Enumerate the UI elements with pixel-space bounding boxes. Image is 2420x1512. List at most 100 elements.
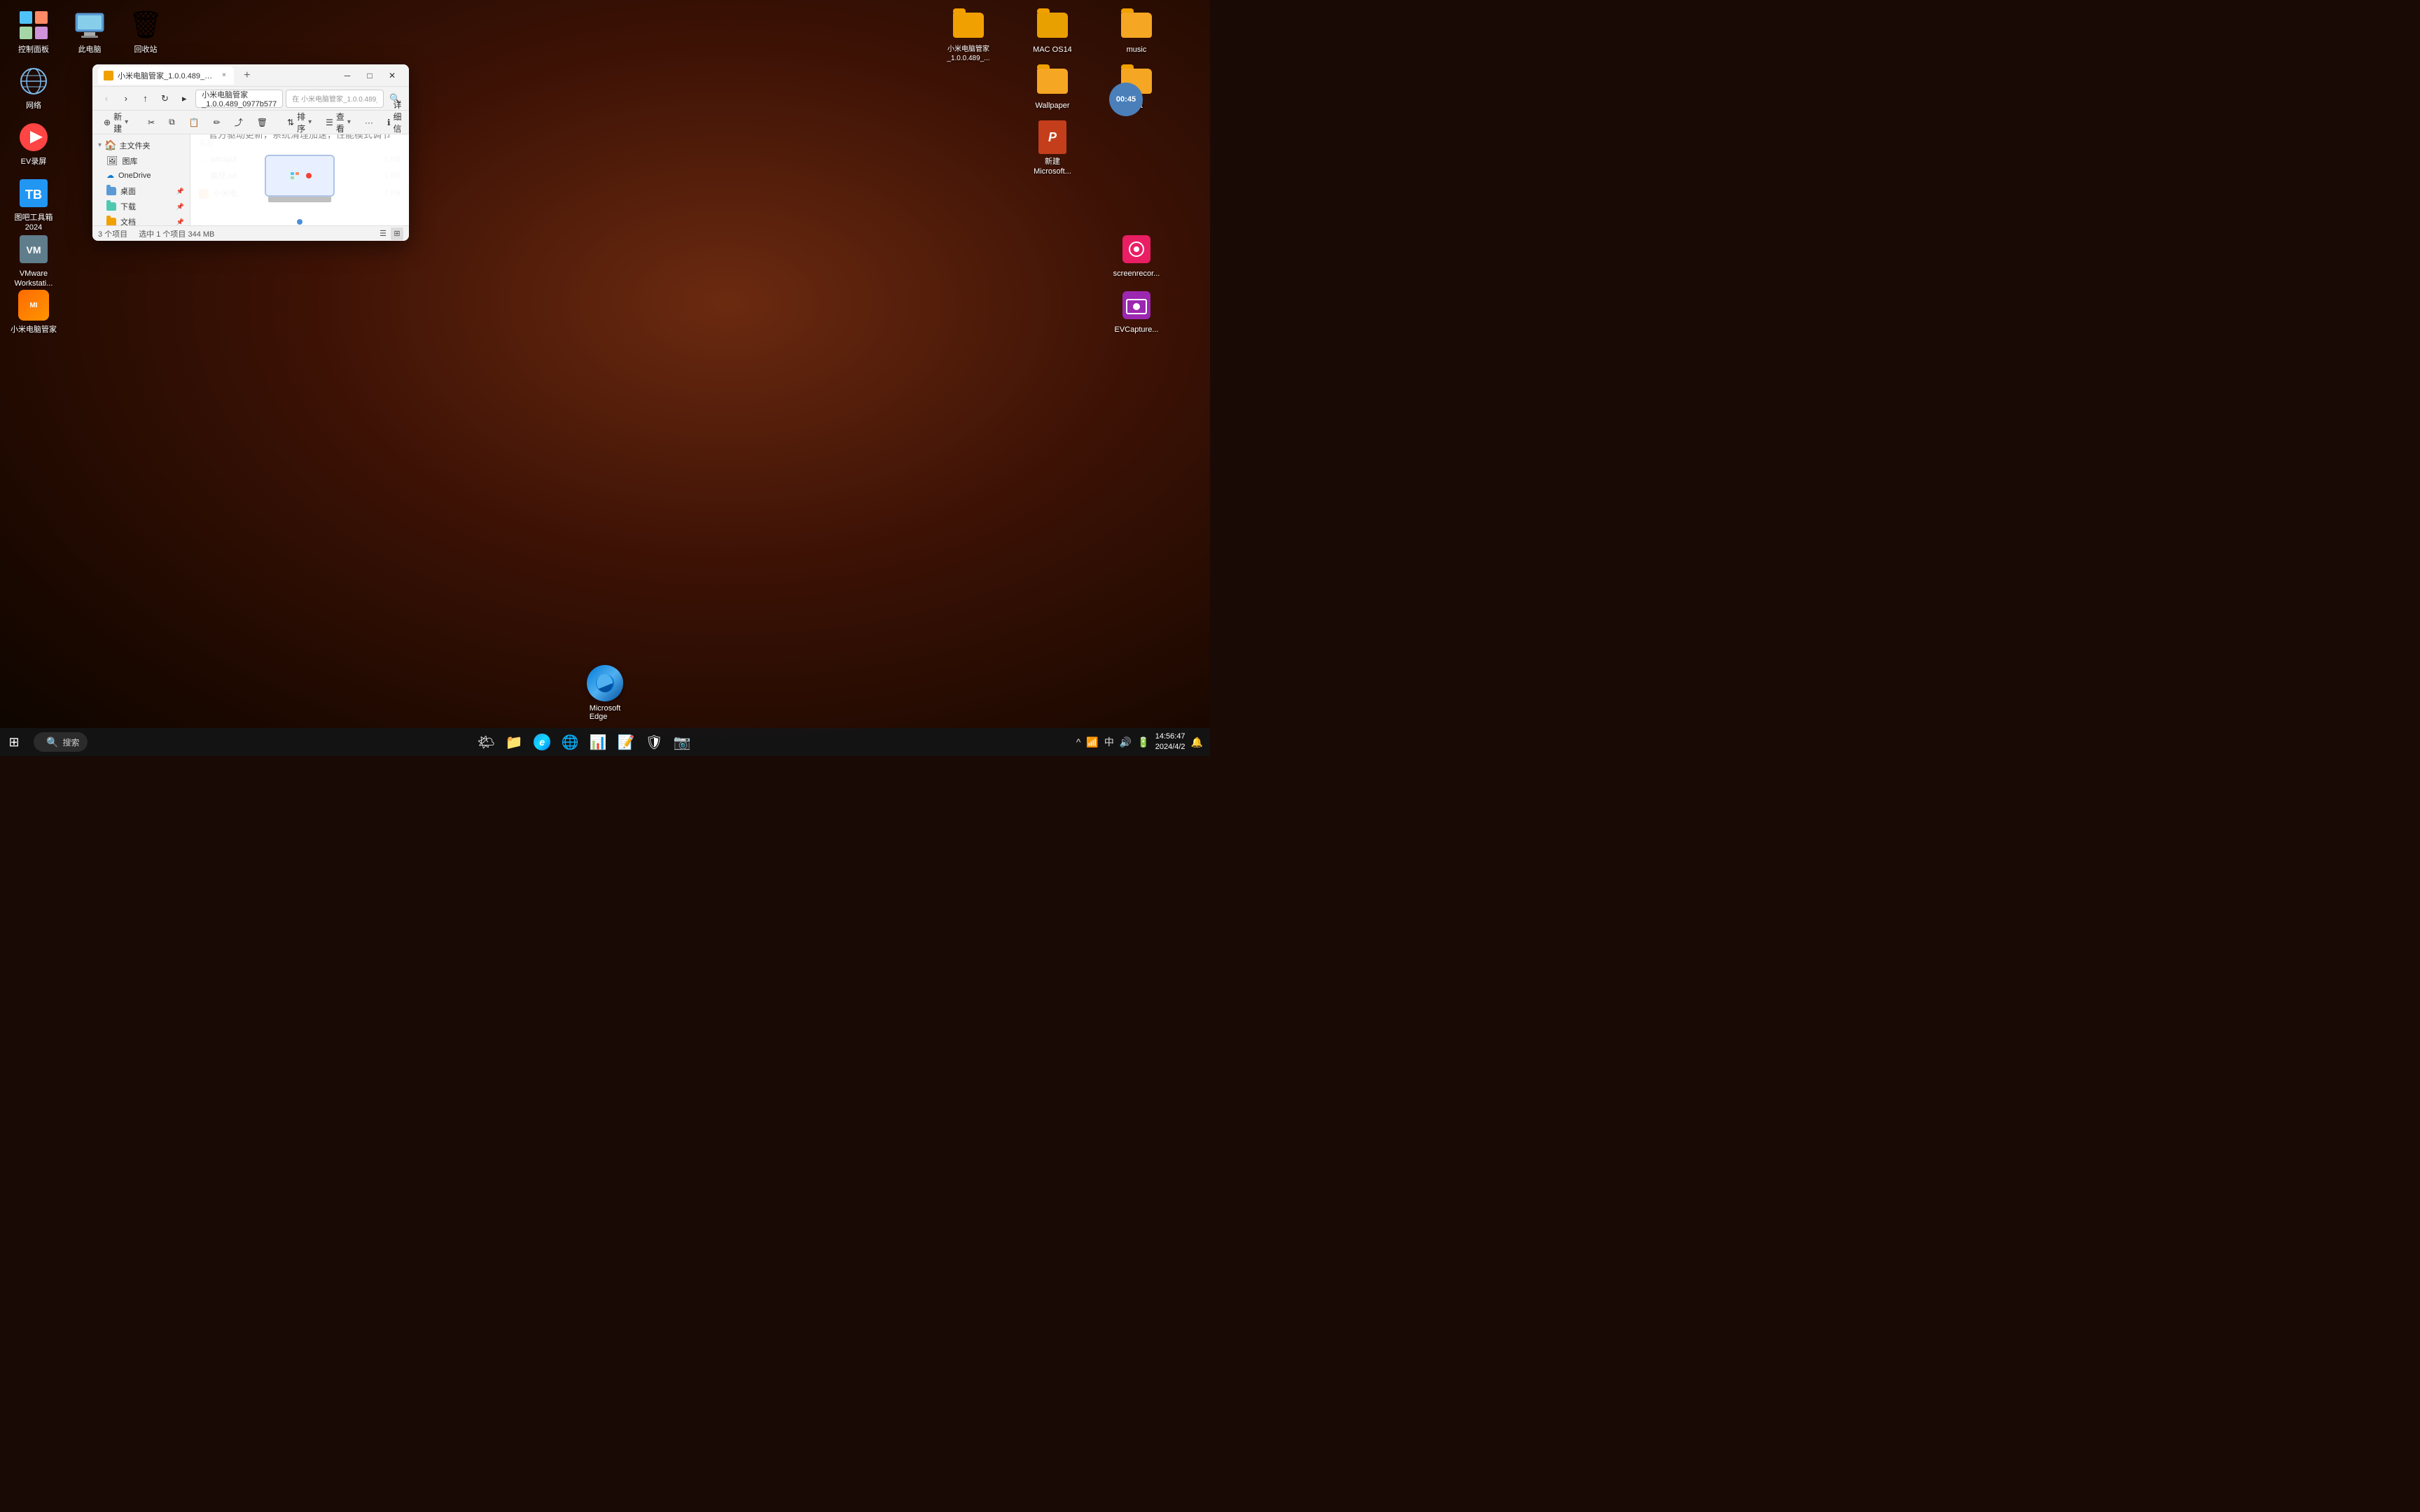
macos14-label: MAC OS14 [1033,45,1072,55]
taskbar-datetime[interactable]: 14:56:47 2024/4/2 [1155,732,1185,753]
list-view-btn[interactable]: ☰ [377,227,389,240]
paste-btn[interactable]: 📋 [183,115,205,130]
taskbar-chevron[interactable]: ^ [1075,735,1083,749]
xiaomi-manager-label: 小米电脑管家 [11,325,57,335]
xiaomi-folder-label: 小米电脑管家_1.0.0.489_... [947,45,989,63]
network-label: 网络 [26,101,41,111]
sort-btn[interactable]: ⇅ 排序 ▾ [281,108,317,136]
taskbar-center: 🌤 📁 e 🌐 📊 📝 🛡 📷 [93,729,1074,755]
taskbar-widgets-btn[interactable]: 🌤 [473,729,499,755]
taskbar-network-icon[interactable]: 📶 [1085,735,1099,750]
search-placeholder: 在 小米电脑管家_1.0.0.489_0977b [292,93,377,104]
timer-widget[interactable]: 00:45 [1109,83,1143,116]
grid-view-btn[interactable]: ⊞ [391,227,403,240]
new-icon: ⊕ [104,118,111,127]
desktop-icon-evcapture[interactable]: EVCapture... [1108,286,1164,337]
taskbar-security-btn[interactable]: 🛡 [641,729,667,755]
new-ppt-icon: P [1036,120,1069,154]
maximize-button[interactable]: □ [359,66,381,85]
more-btn[interactable]: ··· [359,115,379,130]
music-folder-icon [1120,8,1153,42]
fe-statusbar: 3 个项目 选中 1 个项目 344 MB ☰ ⊞ [92,225,409,241]
desktop-icon-vmware[interactable]: VM VMware Workstati... [6,230,62,292]
tab-label: 小米电脑管家_1.0.0.489_0977b [118,70,216,81]
sidebar-item-documents[interactable]: 文档 📌 [92,214,190,225]
nav-path-btn[interactable]: ▸ [176,90,193,107]
sidebar-item-download[interactable]: 下载 📌 [92,199,190,214]
fe-sidebar: ▾ 🏠 主文件夹 🖼 图库 ☁ OneDrive 桌面 📌 [92,134,190,225]
nav-forward-btn[interactable]: › [118,90,134,107]
taskbar-fileexp-btn[interactable]: 📁 [501,729,527,755]
view-toggle-btns: ☰ ⊞ [377,227,403,240]
taskbar-edge-btn[interactable]: e [529,729,555,755]
desktop-icon-control-panel[interactable]: 控制面板 [6,6,62,57]
desktop-icon-ev[interactable]: EV录屏 [6,118,62,169]
tab-new-btn[interactable]: + [239,68,255,83]
edge-desktop-icon[interactable]: MicrosoftEdge [587,665,623,721]
taskbar-battery-icon[interactable]: 🔋 [1136,735,1150,750]
macos14-icon [1036,8,1069,42]
search-input[interactable]: 在 小米电脑管家_1.0.0.489_0977b [286,90,384,108]
minimize-button[interactable]: ─ [336,66,359,85]
taskbar-network-btn[interactable]: 🌐 [557,729,583,755]
desktop-icon-recycle[interactable]: 🗑 回收站 [118,6,174,57]
vmware-icon: VM [17,232,50,266]
desktop-icon-xiaomi-manager[interactable]: MI 小米电脑管家 [6,286,62,337]
new-ppt-label: 新建 Microsoft... [1027,157,1078,177]
taskbar-ppt-btn[interactable]: 📊 [585,729,611,755]
nav-up-btn[interactable]: ↑ [137,90,154,107]
cut-btn[interactable]: ✂ [142,115,160,130]
desktop-icon-music-folder[interactable]: music [1108,6,1164,57]
taskbar-search-box[interactable]: 🔍 搜索 [34,732,88,752]
screenrecord-icon [1120,232,1153,266]
taskbar-right: ^ 📶 中 🔊 🔋 14:56:47 2024/4/2 🔔 [1075,732,1210,753]
window-controls: ─ □ ✕ [336,66,403,85]
tab-close-btn[interactable]: × [220,71,228,80]
evcapture-label: EVCapture... [1115,325,1159,335]
desktop-icon-thispc[interactable]: 此电脑 [62,6,118,57]
network-icon [17,64,50,98]
desktop-icon-drawing[interactable]: TB 图吧工具箱2024 [6,174,62,236]
sidebar-main-folder[interactable]: ▾ 🏠 主文件夹 [92,137,190,153]
xiaomi-folder-icon [952,8,985,42]
nav-refresh-btn[interactable]: ↻ [156,90,173,107]
gallery-label: 图库 [123,155,138,167]
drawing-icon: TB [17,176,50,210]
wallpaper-label: Wallpaper [1035,101,1069,111]
sidebar-item-gallery[interactable]: 🖼 图库 [92,153,190,169]
share-btn[interactable]: ⤴ [229,114,249,130]
new-btn[interactable]: ⊕ 新建 ▾ [98,108,134,136]
nav-back-btn[interactable]: ‹ [98,90,115,107]
desktop-icon-wallpaper[interactable]: Wallpaper [1024,62,1080,113]
desktop-icon-screenrecord[interactable]: screenrecor... [1108,230,1164,281]
delete-btn[interactable]: 🗑 [251,115,273,130]
sort-chevron: ▾ [308,118,312,126]
copy-btn[interactable]: ⧉ [163,115,181,130]
desktop-label: 桌面 [120,186,136,197]
taskbar-volume-icon[interactable]: 🔊 [1118,735,1133,750]
rename-btn[interactable]: ✏ [208,115,226,130]
sidebar-item-onedrive[interactable]: ☁ OneDrive [92,169,190,182]
pin-icon3: 📌 [176,218,184,226]
recycle-icon: 🗑 [129,8,162,42]
address-input[interactable]: 小米电脑管家_1.0.0.489_0977b577 [195,90,283,108]
selected-info: 选中 1 个项目 344 MB [139,228,214,239]
item-count: 3 个项目 [98,228,127,239]
onedrive-label: OneDrive [118,172,151,180]
view-btn[interactable]: ☰ 查看 ▾ [320,108,356,136]
desktop-icon-network[interactable]: 网络 [6,62,62,113]
taskbar-ime-cn[interactable]: 中 [1103,734,1115,750]
taskbar-search-label: 搜索 [62,736,79,748]
close-button[interactable]: ✕ [381,66,403,85]
fe-tab-active[interactable]: 小米电脑管家_1.0.0.489_0977b × [98,66,234,85]
start-button[interactable]: ⊞ [0,728,28,756]
taskbar-capture-btn[interactable]: 📷 [669,729,695,755]
desktop-icon-macos14[interactable]: MAC OS14 [1024,6,1080,57]
new-label: 新建 [113,111,122,134]
taskbar-notification-icon[interactable]: 🔔 [1190,735,1204,750]
desktop-icon-xiaomi-folder[interactable]: 小米电脑管家_1.0.0.489_... [940,6,996,66]
sidebar-item-desktop[interactable]: 桌面 📌 [92,183,190,199]
desktop-icon-new-ppt[interactable]: P 新建 Microsoft... [1024,118,1080,180]
desktop-folder-icon [106,187,116,195]
taskbar-notes-btn[interactable]: 📝 [613,729,639,755]
